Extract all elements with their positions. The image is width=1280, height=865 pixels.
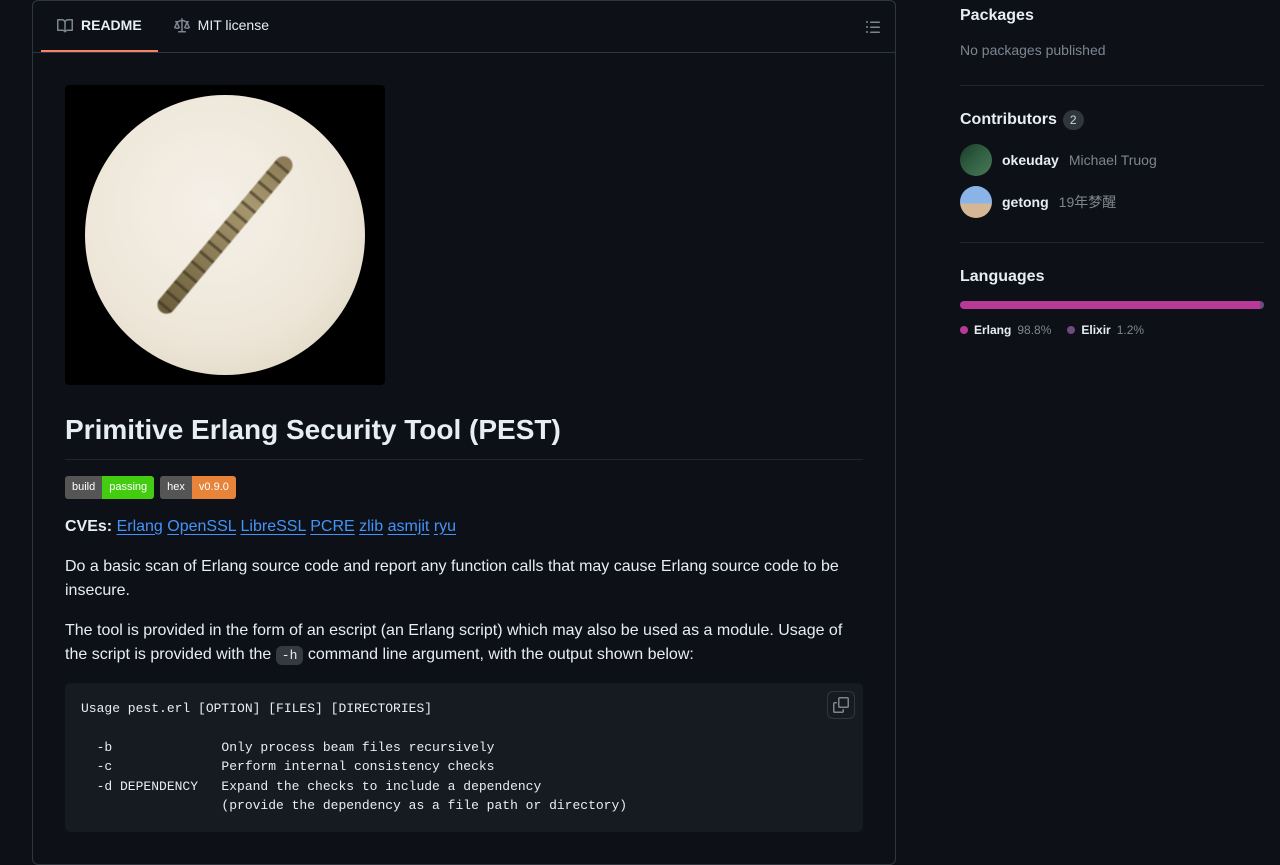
cve-link-openssl[interactable]: OpenSSL bbox=[167, 518, 236, 535]
cve-label: CVEs: bbox=[65, 518, 112, 535]
cve-link-asmjit[interactable]: asmjit bbox=[388, 518, 430, 535]
contributor-item[interactable]: getong 19年梦醒 bbox=[960, 186, 1264, 218]
readme-tab-bar: README MIT license bbox=[33, 1, 895, 53]
tab-readme-label: README bbox=[81, 15, 142, 36]
contributors-count: 2 bbox=[1063, 110, 1084, 130]
readme-title: Primitive Erlang Security Tool (PEST) bbox=[65, 409, 863, 460]
contributor-username: getong bbox=[1002, 192, 1049, 213]
contributor-realname: Michael Truog bbox=[1069, 150, 1157, 171]
description-para-1: Do a basic scan of Erlang source code an… bbox=[65, 555, 863, 603]
badges-row: build passing hex v0.9.0 bbox=[65, 476, 863, 499]
lang-seg-erlang bbox=[960, 301, 1260, 309]
copy-icon bbox=[833, 697, 849, 713]
tab-license-label: MIT license bbox=[198, 15, 269, 36]
description-para-2: The tool is provided in the form of an e… bbox=[65, 619, 863, 667]
divider bbox=[960, 242, 1264, 243]
contributors-section: Contributors 2 okeuday Michael Truog get… bbox=[960, 104, 1264, 218]
language-item-erlang[interactable]: Erlang 98.8% bbox=[960, 321, 1051, 339]
packages-empty: No packages published bbox=[960, 40, 1264, 61]
usage-text: Usage pest.erl [OPTION] [FILES] [DIRECTO… bbox=[81, 699, 847, 816]
cve-link-pcre[interactable]: PCRE bbox=[310, 518, 354, 535]
book-icon bbox=[57, 18, 73, 34]
outline-button[interactable] bbox=[859, 13, 887, 41]
cve-link-ryu[interactable]: ryu bbox=[434, 518, 456, 535]
lang-dot bbox=[1067, 326, 1075, 334]
contributor-realname: 19年梦醒 bbox=[1059, 192, 1117, 213]
contributors-heading[interactable]: Contributors 2 bbox=[960, 108, 1264, 132]
list-icon bbox=[865, 19, 881, 35]
tab-license[interactable]: MIT license bbox=[158, 1, 285, 52]
build-badge[interactable]: build passing bbox=[65, 476, 154, 499]
languages-heading: Languages bbox=[960, 265, 1264, 289]
cve-link-libressl[interactable]: LibreSSL bbox=[241, 518, 306, 535]
language-item-elixir[interactable]: Elixir 1.2% bbox=[1067, 321, 1144, 339]
contributor-username: okeuday bbox=[1002, 150, 1059, 171]
divider bbox=[960, 85, 1264, 86]
cve-line: CVEs: Erlang OpenSSL LibreSSL PCRE zlib … bbox=[65, 515, 863, 539]
law-icon bbox=[174, 18, 190, 34]
avatar bbox=[960, 186, 992, 218]
inline-code-h: -h bbox=[276, 646, 304, 665]
language-bar bbox=[960, 301, 1264, 309]
lang-seg-elixir bbox=[1260, 301, 1264, 309]
hex-badge[interactable]: hex v0.9.0 bbox=[160, 476, 236, 499]
cve-link-erlang[interactable]: Erlang bbox=[117, 518, 163, 535]
packages-section: Packages No packages published bbox=[960, 0, 1264, 61]
cve-link-zlib[interactable]: zlib bbox=[359, 518, 383, 535]
usage-codeblock: Usage pest.erl [OPTION] [FILES] [DIRECTO… bbox=[65, 683, 863, 832]
copy-button[interactable] bbox=[827, 691, 855, 719]
languages-section: Languages Erlang 98.8% Elixir 1.2% bbox=[960, 261, 1264, 339]
packages-heading[interactable]: Packages bbox=[960, 4, 1264, 28]
contributor-item[interactable]: okeuday Michael Truog bbox=[960, 144, 1264, 176]
lang-dot bbox=[960, 326, 968, 334]
avatar bbox=[960, 144, 992, 176]
hero-image bbox=[65, 85, 385, 385]
readme-content: Primitive Erlang Security Tool (PEST) bu… bbox=[33, 53, 895, 864]
tab-readme[interactable]: README bbox=[41, 1, 158, 52]
